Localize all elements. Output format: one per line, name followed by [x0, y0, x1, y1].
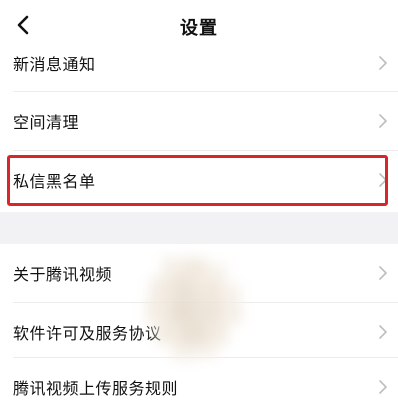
settings-item-upload-service-rules[interactable]: 腾讯视频上传服务规则 — [0, 358, 398, 415]
settings-screen: 设置 新消息通知 设置 空间清理 私信黑名单 关于腾讯视频 — [0, 0, 398, 415]
settings-item-label: 私信黑名单 — [13, 172, 96, 191]
chevron-right-icon — [379, 56, 387, 70]
settings-item-label: 关于腾讯视频 — [13, 265, 113, 284]
settings-item-software-license-agreement[interactable]: 软件许可及服务协议 — [0, 303, 398, 361]
chevron-right-icon — [379, 325, 387, 339]
chevron-right-icon — [379, 266, 387, 280]
settings-item-label: 软件许可及服务协议 — [13, 324, 162, 343]
settings-item-storage-cleanup[interactable]: 空间清理 — [0, 92, 398, 150]
navigation-bar-overlay: 设置 — [0, 0, 398, 46]
settings-item-about-tencent-video[interactable]: 关于腾讯视频 — [0, 244, 398, 302]
section-gap — [0, 212, 398, 244]
settings-item-private-message-blacklist[interactable]: 私信黑名单 — [0, 151, 398, 209]
settings-item-label: 空间清理 — [13, 113, 80, 132]
chevron-right-icon — [379, 380, 387, 394]
chevron-right-icon — [379, 173, 387, 187]
settings-item-label: 腾讯视频上传服务规则 — [13, 379, 179, 398]
chevron-right-icon — [379, 114, 387, 128]
page-title-overlay: 设置 — [180, 18, 218, 39]
settings-item-label: 新消息通知 — [13, 55, 96, 74]
